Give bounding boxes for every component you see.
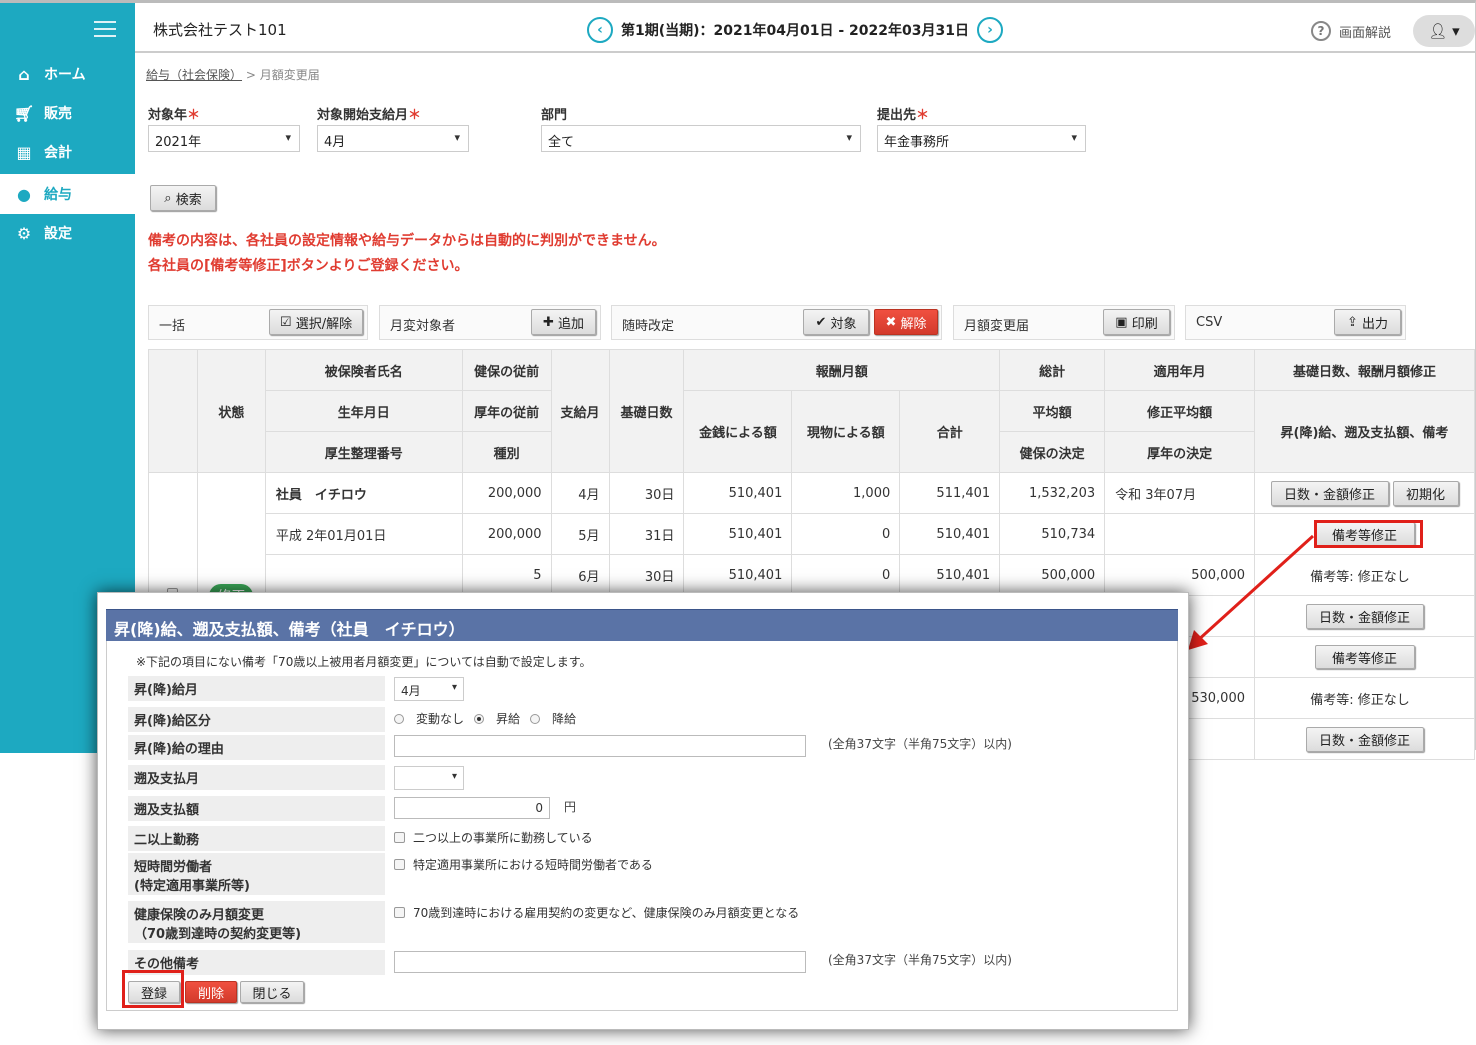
target-on-button[interactable]: ✔ 対象 — [803, 309, 869, 335]
user-menu-button[interactable]: 👤︎ ▾ — [1413, 15, 1475, 47]
sidebar-item-settings[interactable]: ⚙ 設定 — [0, 214, 135, 252]
dept-label: 部門 — [541, 108, 568, 123]
warning-line-2: 各社員の[備考等修正]ボタンよりご登録ください。 — [148, 258, 469, 274]
radio-raise[interactable] — [474, 713, 485, 724]
radio-cut[interactable] — [530, 713, 541, 724]
question-icon: ? — [1311, 21, 1331, 41]
retro-amount-input[interactable]: 0 — [394, 797, 550, 819]
calculator-icon: ▦ — [16, 142, 32, 162]
print-icon: ▣ — [1115, 314, 1128, 330]
sidebar-item-payroll[interactable]: ● 給与 — [0, 174, 135, 214]
money-bag-icon: ● — [17, 184, 31, 204]
sidebar-item-home[interactable]: ⌂ ホーム — [0, 55, 135, 93]
reset-button[interactable]: 初期化 — [1392, 480, 1459, 506]
print-button[interactable]: ▣ 印刷 — [1103, 309, 1170, 335]
add-button[interactable]: ✚ 追加 — [531, 309, 596, 335]
target-off-button[interactable]: ✖ 解除 — [874, 309, 938, 335]
breadcrumb: 給与（社会保険） > 月額変更届 — [146, 68, 320, 82]
raise-month-select[interactable]: 4月 — [394, 677, 464, 701]
month-label: 対象開始支給月＊ — [317, 108, 422, 123]
radio-no-change[interactable] — [394, 713, 404, 724]
home-icon: ⌂ — [18, 64, 30, 84]
export-button[interactable]: ⇪ 出力 — [1334, 309, 1401, 335]
col-birth: 生年月日 — [264, 390, 463, 432]
user-icon: 👤︎ ▾ — [1428, 22, 1460, 40]
col-hprev: 健保の従前 — [461, 349, 552, 391]
col-fix2: 昇(降)給、遡及支払額、備考 — [1254, 390, 1475, 473]
col-pdec: 厚年の決定 — [1104, 431, 1255, 473]
col-name: 被保険者氏名 — [264, 349, 463, 391]
cart-icon: 🛒︎ — [13, 103, 35, 123]
col-days: 基礎日数 — [608, 349, 685, 473]
month-select[interactable]: 4月 — [317, 125, 469, 152]
year-label: 対象年＊ — [148, 108, 201, 123]
col-num: 厚生整理番号 — [264, 431, 463, 473]
company-name: 株式会社テスト101 — [153, 21, 287, 39]
col-hdec: 健保の決定 — [999, 431, 1106, 473]
toggle-select-button[interactable]: ☑ 選択/解除 — [269, 309, 363, 335]
highlight-note-button — [1314, 520, 1423, 548]
breadcrumb-link[interactable]: 給与（社会保険） — [146, 68, 242, 82]
delete-button[interactable]: 削除 — [185, 981, 237, 1003]
other-note-input[interactable] — [394, 951, 806, 973]
table-row: 修正 社員 イチロウ 200,000 4月 30日 510,401 1,000 … — [148, 472, 1475, 719]
gear-icon: ⚙ — [16, 223, 32, 243]
prev-period-icon[interactable]: ‹ — [587, 17, 613, 43]
next-period-icon[interactable]: › — [976, 17, 1003, 43]
search-icon: ⌕ — [164, 190, 172, 206]
dialog-title: 昇(降)給、遡及支払額、備考（社員 イチロウ） — [106, 609, 1178, 641]
help-link[interactable]: ? 画面解説 — [1311, 21, 1391, 41]
col-remuneration: 報酬月額 — [683, 349, 1001, 391]
header: 株式会社テスト101 ‹ 第1期(当期)：2021年04月01日 - 2022年… — [135, 3, 1475, 53]
arrow-annotation — [1188, 534, 1315, 650]
col-kind: 種別 — [461, 431, 552, 473]
sidebar-item-accounting[interactable]: ▦ 会計 — [0, 133, 135, 171]
col-goods: 現物による額 — [791, 390, 901, 473]
close-button[interactable]: 閉じる — [240, 981, 304, 1003]
col-cavg: 修正平均額 — [1104, 390, 1255, 432]
col-total: 総計 — [999, 349, 1106, 391]
sidebar-item-sales[interactable]: 🛒︎ 販売 — [0, 94, 135, 132]
period-selector: ‹ 第1期(当期)：2021年04月01日 - 2022年03月31日 › — [587, 17, 1003, 43]
highlight-save-button — [122, 970, 184, 1008]
dialog-note: ※下記の項目にない備考「70歳以上被用者月額変更」については自動で設定します。 — [136, 655, 592, 669]
col-sum: 合計 — [899, 390, 1001, 473]
col-status: 状態 — [196, 349, 266, 473]
upload-icon: ⇪ — [1346, 314, 1358, 330]
col-apply: 適用年月 — [1104, 349, 1255, 391]
fix-amount-button[interactable]: 日数・金額修正 — [1305, 726, 1424, 752]
dest-select[interactable]: 年金事務所 — [877, 125, 1086, 152]
dest-label: 提出先＊ — [877, 108, 930, 123]
warning-line-1: 備考の内容は、各社員の設定情報や給与データからは自動的に判別ができません。 — [148, 233, 666, 249]
col-cash: 金銭による額 — [683, 390, 793, 473]
col-payday: 支給月 — [550, 349, 610, 473]
note-status: 備考等: 修正なし — [1254, 677, 1475, 719]
col-fix: 基礎日数、報酬月額修正 — [1254, 349, 1475, 391]
col-avg: 平均額 — [999, 390, 1106, 432]
fix-amount-button[interactable]: 日数・金額修正 — [1270, 480, 1389, 506]
retro-month-select[interactable] — [394, 766, 464, 790]
col-pprev: 厚年の従前 — [461, 390, 552, 432]
menu-icon[interactable] — [94, 21, 116, 37]
dept-select[interactable]: 全て — [541, 125, 861, 152]
raise-reason-input[interactable] — [394, 735, 806, 757]
health-only-checkbox[interactable] — [394, 907, 405, 918]
employee-name: 社員 イチロウ — [264, 472, 463, 514]
year-select[interactable]: 2021年 — [148, 125, 300, 152]
note-dialog: 昇(降)給、遡及支払額、備考（社員 イチロウ） ※下記の項目にない備考「70歳以… — [97, 592, 1189, 1030]
multi-office-checkbox[interactable] — [394, 832, 405, 843]
short-time-checkbox[interactable] — [394, 859, 405, 870]
search-button[interactable]: ⌕ 検索 — [150, 185, 216, 211]
